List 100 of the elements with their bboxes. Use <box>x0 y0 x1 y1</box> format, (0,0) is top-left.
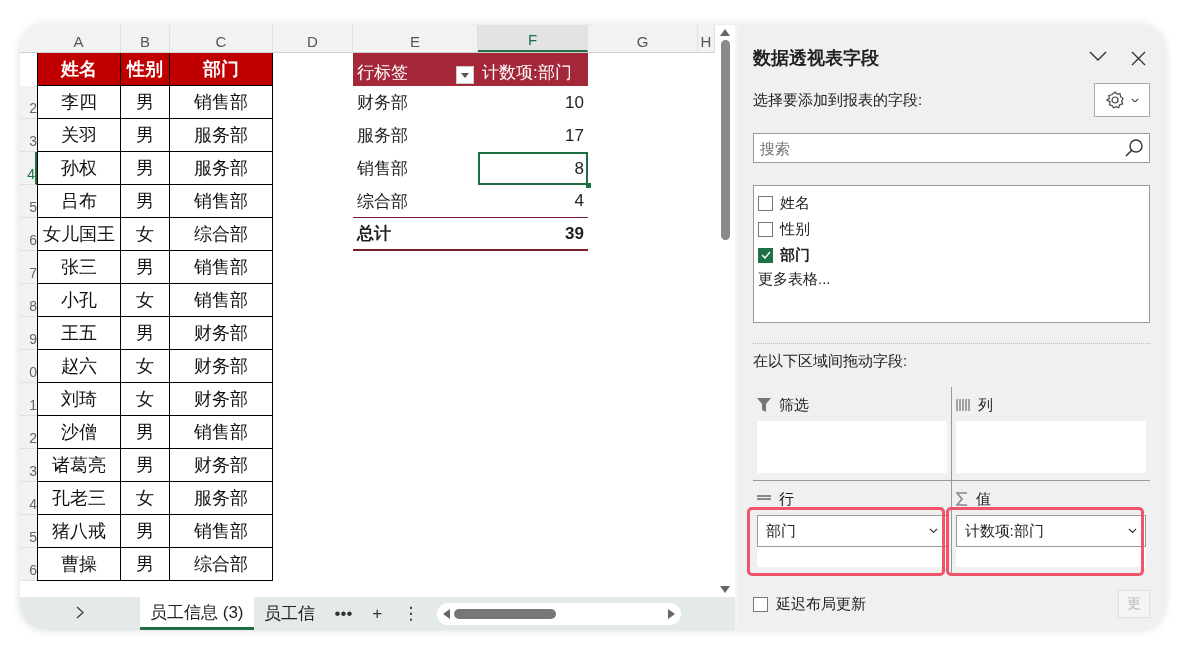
table-cell: 销售部 <box>170 185 273 218</box>
defer-update-label[interactable]: 延迟布局更新 <box>776 594 866 614</box>
table-cell: 男 <box>121 449 170 482</box>
row-number[interactable]: 6 <box>20 548 37 581</box>
column-header[interactable]: B <box>121 25 170 52</box>
table-cell: 综合部 <box>170 218 273 251</box>
table-cell: 李四 <box>37 86 121 119</box>
drop-area[interactable]: 计数项:部门 <box>955 515 1146 567</box>
settings-button[interactable] <box>1094 83 1150 117</box>
columns-icon <box>955 399 970 411</box>
row-number[interactable]: 5 <box>20 185 37 218</box>
pivot-total-label: 总计 <box>353 218 478 251</box>
pivot-row-label: 综合部 <box>353 185 478 218</box>
table-cell: 孙权 <box>37 152 121 185</box>
search-field[interactable]: 搜索 <box>753 133 1150 163</box>
sheet-tab[interactable]: 员工信 <box>253 597 325 630</box>
table-header-cell: 部门 <box>170 53 273 86</box>
column-header[interactable]: F <box>478 25 588 52</box>
checkbox[interactable] <box>758 195 773 211</box>
column-header[interactable]: C <box>170 25 273 52</box>
area-label: 列 <box>977 395 993 415</box>
table-cell: 赵六 <box>37 350 121 383</box>
pivot-row-label: 销售部 <box>356 158 409 180</box>
filter-icon <box>757 398 771 412</box>
row-number[interactable]: 1 <box>20 383 37 416</box>
pivot-value-cell-text: 10 <box>564 91 585 114</box>
pivot-value-cell: 8 <box>478 152 588 185</box>
field-label[interactable]: 姓名 <box>780 193 810 213</box>
areas-prompt: 在以下区域间拖动字段: <box>753 352 909 371</box>
checkbox[interactable] <box>758 221 773 237</box>
row-number[interactable]: 7 <box>20 251 37 284</box>
table-cell: 财务部 <box>170 350 273 383</box>
area-label: 值 <box>975 489 991 509</box>
row-number[interactable]: 4 <box>20 482 37 515</box>
field-label[interactable]: 性别 <box>780 219 810 239</box>
field-prompt: 选择要添加到报表的字段: <box>753 90 923 110</box>
table-cell: 男 <box>121 251 170 284</box>
chevron-down-icon <box>1128 528 1137 534</box>
field-dropdown[interactable]: 部门 <box>757 515 947 547</box>
pivot-row-label: 服务部 <box>356 125 409 147</box>
row-number[interactable]: 5 <box>20 515 37 548</box>
table-cell: 女儿国王 <box>37 218 121 251</box>
table-cell: 男 <box>121 152 170 185</box>
checkbox[interactable] <box>753 596 768 612</box>
table-cell: 服务部 <box>170 119 273 152</box>
row-number[interactable]: 2 <box>20 86 37 119</box>
add-sheet-button[interactable]: + <box>362 603 393 624</box>
field-dropdown[interactable]: 计数项:部门 <box>955 515 1146 547</box>
gear-icon <box>1105 90 1125 110</box>
scroll-left-icon[interactable] <box>443 608 451 619</box>
table-cell: 财务部 <box>170 317 273 350</box>
horizontal-scrollbar[interactable] <box>437 602 682 625</box>
sheet-menu-button[interactable]: ⋮ <box>392 603 430 624</box>
scroll-thumb[interactable] <box>720 40 730 240</box>
row-number[interactable]: 8 <box>20 284 37 317</box>
column-header[interactable]: A <box>37 25 121 52</box>
row-number[interactable]: 9 <box>20 317 37 350</box>
column-header[interactable]: D <box>273 25 353 52</box>
close-icon[interactable] <box>1131 50 1146 66</box>
scroll-down-icon[interactable] <box>720 586 730 593</box>
scroll-up-icon[interactable] <box>720 29 730 36</box>
row-number[interactable]: 0 <box>20 350 37 383</box>
table-cell: 女 <box>121 350 170 383</box>
scroll-right-icon[interactable] <box>668 608 676 619</box>
row-number[interactable]: 3 <box>20 119 37 152</box>
search-icon <box>1124 138 1144 158</box>
table-cell: 男 <box>121 416 170 449</box>
table-header-cell: 性别 <box>121 53 170 86</box>
row-number[interactable]: 3 <box>20 449 37 482</box>
sigma-icon <box>955 492 968 506</box>
table-header-cell: 姓名 <box>37 53 121 86</box>
table-cell: 曹操 <box>37 548 121 581</box>
pivot-value-cell-text: 17 <box>564 124 585 147</box>
scroll-thumb[interactable] <box>454 608 557 619</box>
table-cell: 男 <box>121 185 170 218</box>
row-number[interactable]: 2 <box>20 416 37 449</box>
field-label[interactable]: 部门 <box>780 245 810 265</box>
table-cell: 王五 <box>37 317 121 350</box>
table-cell: 小孔 <box>37 284 121 317</box>
sheet-tab[interactable]: 员工信息 (3) <box>140 597 254 630</box>
table-cell: 销售部 <box>170 416 273 449</box>
table-cell: 财务部 <box>170 449 273 482</box>
area-label: 筛选 <box>779 395 809 415</box>
table-cell: 男 <box>121 317 170 350</box>
row-number[interactable]: 6 <box>20 218 37 251</box>
filter-dropdown-icon[interactable] <box>456 66 474 84</box>
column-header[interactable]: G <box>588 25 698 52</box>
more-tables-link[interactable]: 更多表格... <box>758 270 831 289</box>
table-cell: 销售部 <box>170 86 273 119</box>
table-cell: 女 <box>121 284 170 317</box>
drop-area[interactable]: 部门 <box>757 515 947 567</box>
row-number[interactable]: 4 <box>20 152 37 185</box>
more-tabs-button[interactable]: ••• <box>324 603 363 624</box>
table-cell: 女 <box>121 218 170 251</box>
area-label: 行 <box>779 489 794 509</box>
row-label-header: 行标签 <box>357 62 408 84</box>
table-cell: 服务部 <box>170 152 273 185</box>
table-cell: 男 <box>121 548 170 581</box>
table-cell: 猪八戒 <box>37 515 121 548</box>
checkbox[interactable] <box>758 247 773 263</box>
